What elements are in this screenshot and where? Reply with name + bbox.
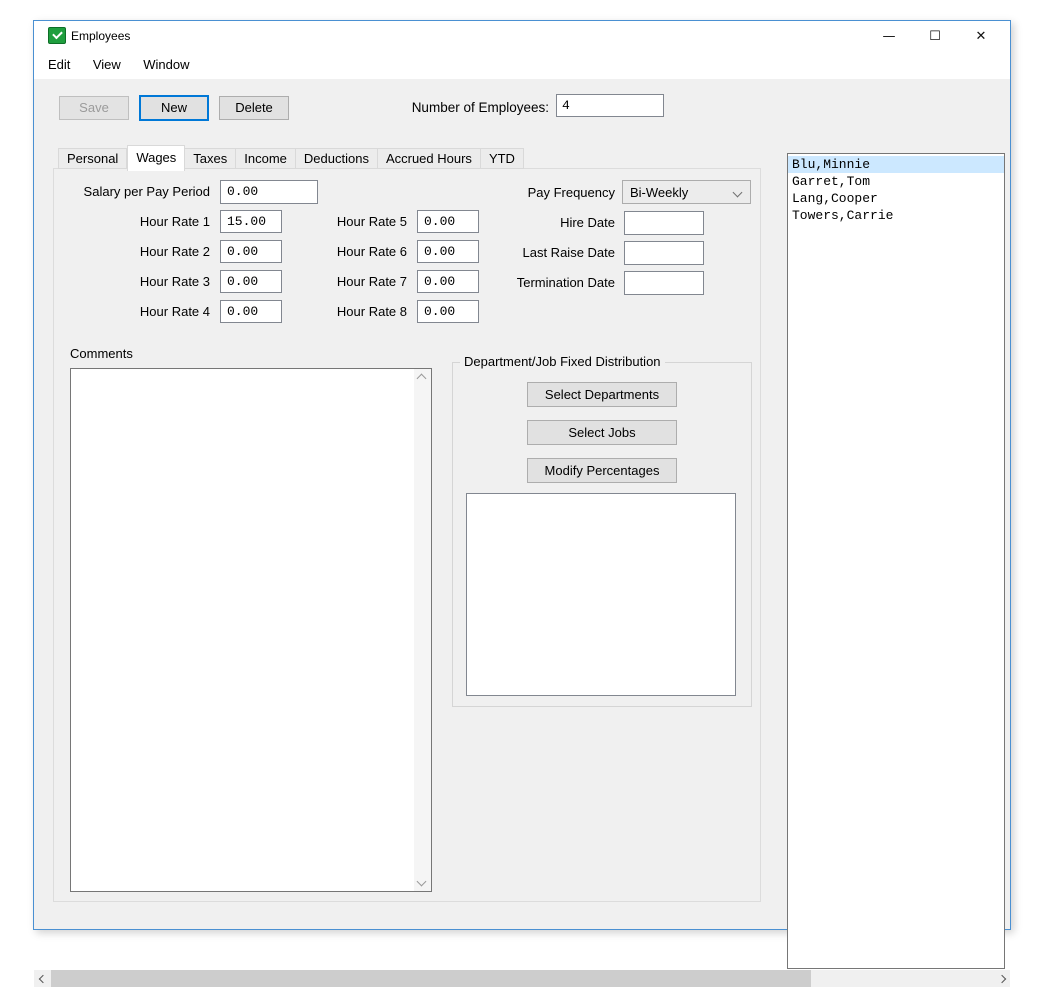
scroll-up-icon[interactable] (417, 374, 427, 384)
tab-wages[interactable]: Wages (127, 145, 185, 171)
hour-rate-8-field[interactable]: 0.00 (417, 300, 479, 323)
select-departments-button[interactable]: Select Departments (527, 382, 677, 407)
client-area: Save New Delete Number of Employees: 4 P… (34, 79, 1010, 929)
tab-deductions[interactable]: Deductions (296, 148, 378, 169)
hour-rate-5-label: Hour Rate 5 (324, 214, 407, 229)
employees-window: Employees — ☐ ✕ Edit View Window Save Ne… (33, 20, 1011, 930)
hour-rate-2-label: Hour Rate 2 (54, 244, 210, 259)
save-button[interactable]: Save (59, 96, 129, 120)
comments-label: Comments (70, 346, 133, 361)
modify-percentages-button[interactable]: Modify Percentages (527, 458, 677, 483)
employee-listbox[interactable]: Blu,Minnie Garret,Tom Lang,Cooper Towers… (787, 153, 1005, 969)
employees-app-icon (48, 27, 66, 44)
hire-date-field[interactable] (624, 211, 704, 235)
employee-list-item[interactable]: Blu,Minnie (788, 156, 1004, 173)
scroll-left-icon[interactable] (34, 970, 51, 987)
hour-rate-1-field[interactable]: 15.00 (220, 210, 282, 233)
hour-rate-7-label: Hour Rate 7 (324, 274, 407, 289)
select-jobs-button[interactable]: Select Jobs (527, 420, 677, 445)
new-button[interactable]: New (139, 95, 209, 121)
tab-income[interactable]: Income (236, 148, 296, 169)
termination-date-field[interactable] (624, 271, 704, 295)
menu-window[interactable]: Window (134, 51, 198, 79)
delete-button[interactable]: Delete (219, 96, 289, 120)
tab-taxes[interactable]: Taxes (185, 148, 236, 169)
distribution-group-label: Department/Job Fixed Distribution (460, 354, 665, 369)
employee-list-item[interactable]: Towers,Carrie (788, 207, 1004, 224)
title-bar: Employees — ☐ ✕ (34, 21, 1010, 51)
hour-rate-4-field[interactable]: 0.00 (220, 300, 282, 323)
tab-personal[interactable]: Personal (58, 148, 127, 169)
comments-scrollbar[interactable] (414, 369, 431, 891)
hour-rate-4-label: Hour Rate 4 (54, 304, 210, 319)
distribution-listbox[interactable] (466, 493, 736, 696)
minimize-icon[interactable]: — (866, 21, 912, 51)
pay-frequency-label: Pay Frequency (434, 185, 615, 200)
pay-frequency-select[interactable]: Bi-Weekly (622, 180, 751, 204)
menu-view[interactable]: View (84, 51, 130, 79)
horizontal-scrollbar-thumb[interactable] (51, 970, 811, 987)
chevron-down-icon (733, 188, 743, 198)
hour-rate-1-label: Hour Rate 1 (54, 214, 210, 229)
scroll-right-icon[interactable] (993, 970, 1010, 987)
salary-per-pay-period-field[interactable]: 0.00 (220, 180, 318, 204)
menu-edit[interactable]: Edit (39, 51, 79, 79)
scroll-down-icon[interactable] (417, 877, 427, 887)
close-icon[interactable]: ✕ (958, 21, 1004, 51)
hour-rate-3-label: Hour Rate 3 (54, 274, 210, 289)
tab-ytd[interactable]: YTD (481, 148, 524, 169)
horizontal-scrollbar[interactable] (34, 970, 1010, 987)
window-controls: — ☐ ✕ (866, 21, 1004, 51)
tab-strip: Personal Wages Taxes Income Deductions A… (58, 145, 524, 169)
last-raise-date-label: Last Raise Date (434, 245, 615, 260)
employee-count-field[interactable]: 4 (556, 94, 664, 117)
employee-count-label: Number of Employees: (294, 100, 549, 115)
hour-rate-6-label: Hour Rate 6 (324, 244, 407, 259)
maximize-icon[interactable]: ☐ (912, 21, 958, 51)
last-raise-date-field[interactable] (624, 241, 704, 265)
distribution-groupbox: Department/Job Fixed Distribution Select… (452, 362, 752, 707)
employee-list-item[interactable]: Lang,Cooper (788, 190, 1004, 207)
tab-accrued-hours[interactable]: Accrued Hours (378, 148, 481, 169)
employee-list-item[interactable]: Garret,Tom (788, 173, 1004, 190)
salary-per-pay-period-label: Salary per Pay Period (54, 184, 210, 199)
window-title: Employees (71, 29, 130, 43)
hire-date-label: Hire Date (434, 215, 615, 230)
hour-rate-2-field[interactable]: 0.00 (220, 240, 282, 263)
pay-frequency-value: Bi-Weekly (630, 185, 688, 200)
hour-rate-3-field[interactable]: 0.00 (220, 270, 282, 293)
termination-date-label: Termination Date (434, 275, 615, 290)
hour-rate-8-label: Hour Rate 8 (324, 304, 407, 319)
comments-textarea[interactable] (70, 368, 432, 892)
wages-tab-panel: Salary per Pay Period 0.00 Hour Rate 1 1… (53, 168, 761, 902)
menu-bar: Edit View Window (34, 51, 1010, 79)
